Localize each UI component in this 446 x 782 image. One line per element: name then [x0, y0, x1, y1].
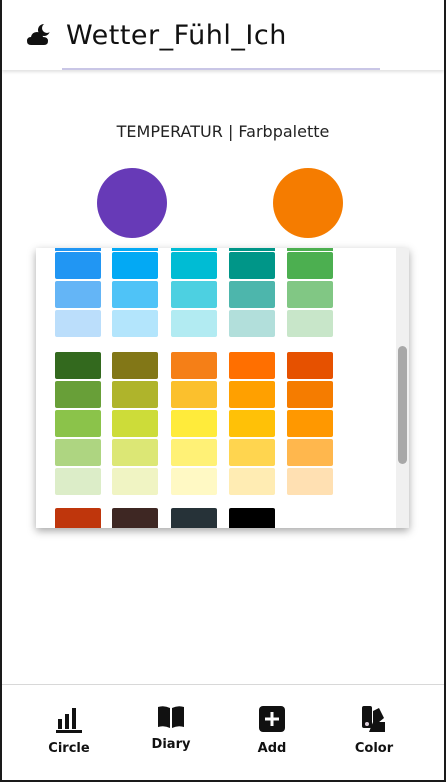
color-swatch[interactable] [287, 468, 333, 495]
color-swatch[interactable] [55, 381, 101, 408]
color-swatch[interactable] [171, 439, 217, 466]
color-swatch[interactable] [171, 310, 217, 337]
palette-scroll-thumb[interactable] [398, 346, 407, 464]
section-subtitle: TEMPERATUR | Farbpalette [116, 122, 330, 141]
selected-color-right[interactable] [273, 168, 343, 238]
color-swatch[interactable] [112, 310, 158, 337]
color-swatch[interactable] [171, 352, 217, 379]
color-swatch[interactable] [287, 352, 333, 379]
color-swatch[interactable] [287, 410, 333, 437]
color-swatch[interactable] [229, 352, 275, 379]
color-swatch[interactable] [55, 310, 101, 337]
color-swatch-partial [287, 248, 333, 251]
color-swatch[interactable] [112, 381, 158, 408]
nav-item-circle[interactable]: Circle [29, 685, 109, 780]
color-swatch[interactable] [171, 381, 217, 408]
top-app-bar: Wetter_Fühl_Ich [2, 0, 444, 70]
nav-item-color[interactable]: Color [334, 685, 414, 780]
color-swatch[interactable] [112, 281, 158, 308]
color-swatch[interactable] [55, 439, 101, 466]
color-swatch-partial [229, 248, 275, 251]
color-swatch[interactable] [171, 281, 217, 308]
app-title: Wetter_Fühl_Ich [66, 19, 287, 51]
color-swatch[interactable] [287, 439, 333, 466]
color-swatch[interactable] [55, 508, 101, 528]
color-swatch[interactable] [55, 410, 101, 437]
color-swatch[interactable] [287, 310, 333, 337]
palette-scrollbar[interactable] [396, 248, 409, 528]
color-swatch[interactable] [171, 410, 217, 437]
color-swatch-partial [112, 248, 158, 251]
nav-label-color: Color [354, 741, 394, 756]
color-swatch[interactable] [229, 508, 275, 528]
color-swatch[interactable] [229, 281, 275, 308]
nav-item-add[interactable]: Add [232, 685, 312, 780]
color-swatch[interactable] [171, 468, 217, 495]
palette-icon [359, 705, 389, 733]
book-icon [156, 703, 186, 731]
color-swatch[interactable] [112, 252, 158, 279]
color-swatch[interactable] [112, 468, 158, 495]
header-divider [62, 68, 380, 70]
color-swatch[interactable] [112, 508, 158, 528]
nav-label-add: Add [257, 741, 287, 756]
cloud-moon-icon [27, 23, 52, 45]
bar-chart-icon [54, 705, 84, 733]
color-swatch[interactable] [171, 252, 217, 279]
color-swatch[interactable] [112, 352, 158, 379]
color-swatch[interactable] [229, 310, 275, 337]
app-frame: Wetter_Fühl_Ich TEMPERATUR | Farbpalette… [2, 0, 444, 780]
selected-color-left[interactable] [97, 168, 167, 238]
color-swatch[interactable] [287, 252, 333, 279]
color-swatch[interactable] [229, 439, 275, 466]
color-swatch[interactable] [55, 468, 101, 495]
nav-label-circle: Circle [48, 741, 90, 756]
color-swatch[interactable] [229, 410, 275, 437]
color-swatch[interactable] [112, 410, 158, 437]
nav-item-diary[interactable]: Diary [131, 685, 211, 780]
color-swatch-partial [55, 248, 101, 251]
color-swatch[interactable] [229, 381, 275, 408]
nav-label-diary: Diary [151, 737, 191, 752]
color-swatch[interactable] [55, 252, 101, 279]
color-swatch[interactable] [229, 252, 275, 279]
color-swatch[interactable] [112, 439, 158, 466]
color-swatch[interactable] [171, 508, 217, 528]
color-grid [36, 248, 396, 528]
add-box-icon [257, 705, 287, 733]
color-palette-popup [36, 248, 409, 528]
color-swatch[interactable] [55, 281, 101, 308]
color-swatch[interactable] [55, 352, 101, 379]
color-swatch[interactable] [287, 281, 333, 308]
bottom-navigation: Circle Diary Add Color [2, 684, 444, 780]
color-swatch[interactable] [229, 468, 275, 495]
color-swatch-partial [171, 248, 217, 251]
color-swatch[interactable] [287, 381, 333, 408]
